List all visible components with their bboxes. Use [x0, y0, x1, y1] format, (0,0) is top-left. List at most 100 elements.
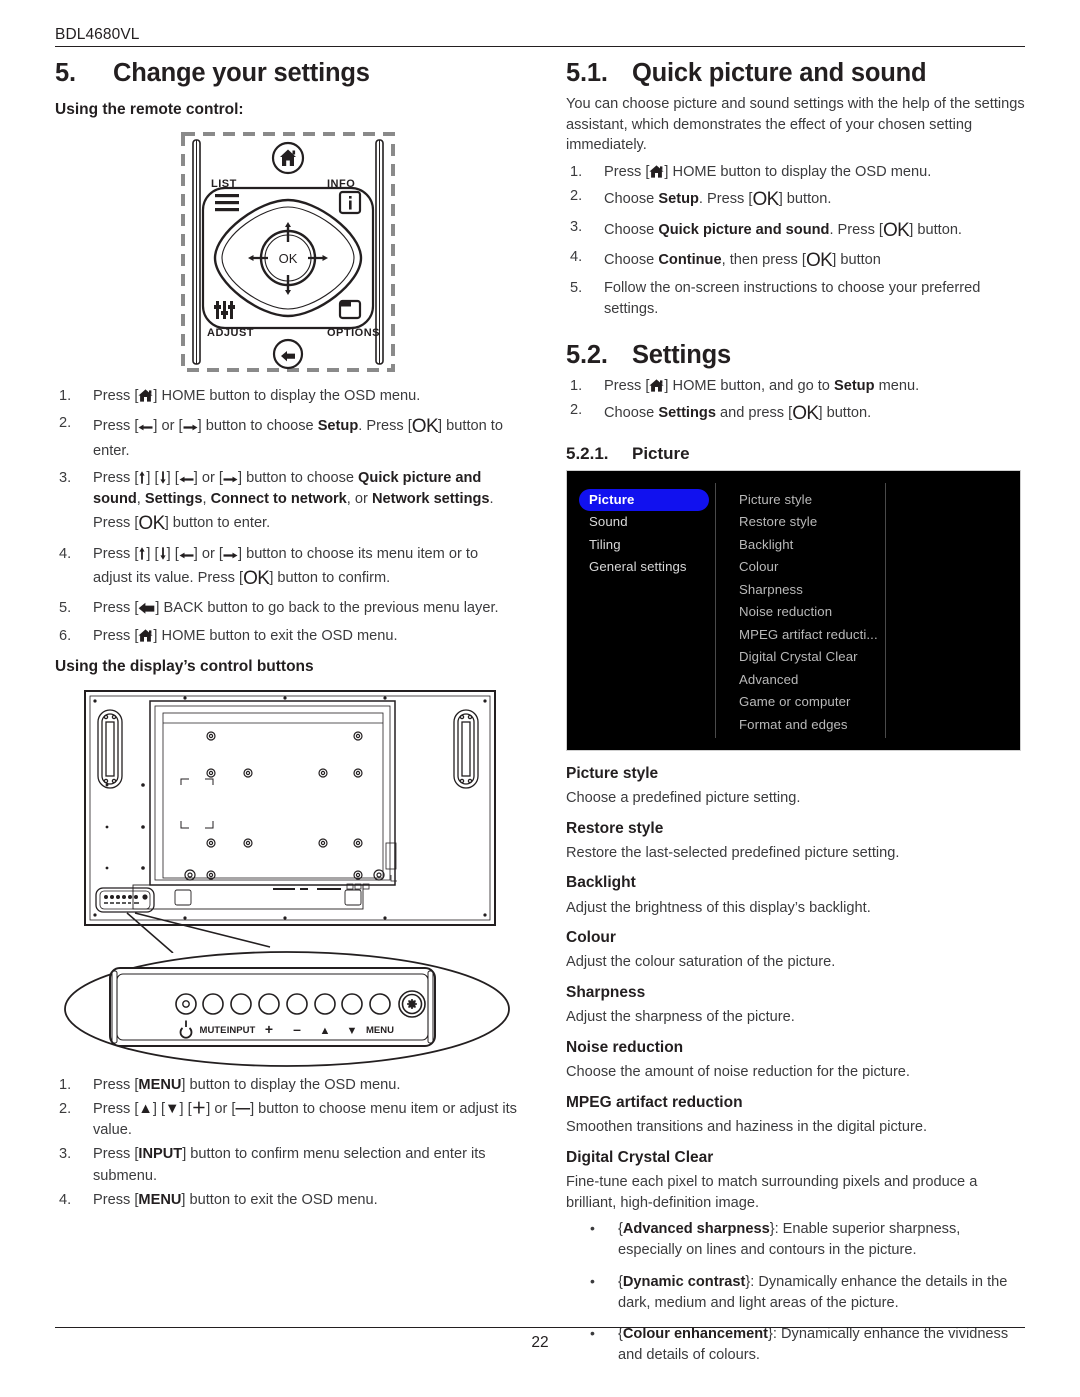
- right-column: 5.1. Quick picture and sound You can choo…: [566, 58, 1026, 1376]
- osd-divider-left: [715, 482, 716, 738]
- step-text: ] button.: [778, 191, 832, 208]
- settings-steps: Press [] HOME button, and go to Setup me…: [566, 376, 1026, 428]
- setup-term: Setup: [317, 418, 359, 435]
- page-number: 22: [531, 1334, 549, 1351]
- step-text: ] or [: [193, 545, 223, 562]
- osd-submenu-item-mpeg-artifact-reduction[interactable]: MPEG artifact reducti...: [739, 624, 969, 647]
- step-text: ] or [: [206, 1101, 236, 1118]
- osd-submenu-item-colour[interactable]: Colour: [739, 556, 969, 579]
- definition-term-backlight: Backlight: [566, 874, 636, 892]
- osd-submenu-item-backlight[interactable]: Backlight: [739, 534, 969, 557]
- panel-label-minus: –: [293, 1021, 301, 1037]
- ok-key-label: OK: [243, 567, 270, 589]
- quick-step-5: Follow the on-screen instructions to cho…: [566, 278, 1026, 320]
- osd-submenu-item-noise-reduction[interactable]: Noise reduction: [739, 601, 969, 624]
- step-text: Choose: [604, 221, 659, 238]
- osd-submenu-item-format-and-edges[interactable]: Format and edges: [739, 714, 969, 737]
- input-key-label: INPUT: [138, 1146, 183, 1163]
- step-text: Press [: [93, 600, 139, 617]
- step-text: ,: [136, 491, 145, 508]
- osd-submenu-item-digital-crystal-clear[interactable]: Digital Crystal Clear: [739, 646, 969, 669]
- step-text: ] [: [166, 469, 179, 486]
- osd-menu-item-sound[interactable]: Sound: [579, 511, 709, 534]
- definition-term-digital-crystal-clear: Digital Crystal Clear: [566, 1148, 714, 1166]
- step-text: ] or [: [153, 418, 183, 435]
- ok-key-label: OK: [792, 403, 819, 425]
- remote-home-button: [271, 141, 305, 175]
- definition-term-restore-style: Restore style: [566, 819, 664, 837]
- menu-key-label: MENU: [138, 1076, 182, 1093]
- control-panel-illustration: MUTE INPUT + – ▲ ▼ MENU: [64, 950, 510, 1067]
- section-5-1-heading: 5.1. Quick picture and sound: [566, 58, 1026, 90]
- arrow-right-icon: [223, 475, 238, 484]
- panel-label-menu: MENU: [366, 1025, 394, 1036]
- remote-control-heading: Using the remote control:: [55, 100, 244, 118]
- osd-main-menu: Picture Sound Tiling General settings: [579, 488, 709, 579]
- osd-menu-item-tiling[interactable]: Tiling: [579, 534, 709, 557]
- step-text: ] button: [832, 252, 881, 269]
- remote-control-figure: LIST INFO OK ADJUST OPTIONS: [55, 126, 520, 382]
- svg-text:ADJUST: ADJUST: [207, 327, 254, 339]
- section-5-2-number: 5.2.: [566, 341, 608, 370]
- document-page: BDL4680VL 5. Change your settings Using t…: [0, 0, 1080, 1397]
- ok-key-label: OK: [805, 250, 833, 272]
- step-text: ] button to enter.: [164, 515, 271, 532]
- remote-step-5: Press [] BACK button to go back to the p…: [55, 598, 520, 619]
- section-5-2-1-number: 5.2.1.: [566, 443, 609, 463]
- osd-menu-item-picture[interactable]: Picture: [579, 488, 709, 512]
- remote-step-1: Press [] HOME button to display the OSD …: [55, 386, 520, 407]
- definition-desc-digital-crystal-clear: Fine-tune each pixel to match surroundin…: [566, 1173, 978, 1211]
- definition-term-noise-reduction: Noise reduction: [566, 1039, 684, 1057]
- step-text: ] HOME button to exit the OSD menu.: [153, 627, 398, 644]
- step-text: , or: [346, 491, 372, 508]
- section-5-1-title: Quick picture and sound: [632, 59, 927, 87]
- connect-network-term: Connect to network: [210, 491, 347, 508]
- step-text: . Press [: [358, 418, 412, 435]
- step-text: and press [: [715, 405, 793, 422]
- definition-desc-picture-style: Choose a predefined picture setting.: [566, 789, 801, 806]
- step-text: Choose: [604, 191, 659, 208]
- arrow-left-icon: [179, 551, 194, 560]
- up-triangle-icon: ▲: [138, 1101, 153, 1118]
- definition-term-colour: Colour: [566, 929, 616, 947]
- step-text: Press [: [604, 164, 650, 181]
- osd-submenu: Picture style Restore style Backlight Co…: [739, 489, 969, 737]
- step-text: ] [: [146, 545, 159, 562]
- step-text: ] [: [146, 469, 159, 486]
- osd-submenu-item-game-or-computer[interactable]: Game or computer: [739, 691, 969, 714]
- definition-term-mpeg-artifact-reduction: MPEG artifact reduction: [566, 1093, 743, 1111]
- osd-menu-item-general-settings[interactable]: General settings: [579, 556, 709, 579]
- step-text: ] button to confirm.: [269, 569, 391, 586]
- display-step-2: Press [▲] [▼] [＋] or [—] button to choos…: [55, 1099, 520, 1141]
- remote-back-button: [272, 338, 304, 370]
- step-text: ] button.: [909, 221, 962, 238]
- quick-step-1: Press [] HOME button to display the OSD …: [566, 162, 1026, 183]
- control-panel-figure: MUTE INPUT + – ▲ ▼ MENU: [55, 949, 520, 1071]
- step-text: Press [: [604, 378, 650, 395]
- quick-picture-steps: Press [] HOME button to display the OSD …: [566, 162, 1026, 320]
- step-text: Choose: [604, 252, 659, 269]
- bullet-term: Dynamic contrast: [622, 1273, 746, 1290]
- osd-submenu-item-advanced[interactable]: Advanced: [739, 669, 969, 692]
- step-text: Press [: [93, 418, 139, 435]
- home-icon: [138, 628, 154, 642]
- osd-submenu-item-restore-style[interactable]: Restore style: [739, 511, 969, 534]
- osd-submenu-item-picture-style[interactable]: Picture style: [739, 489, 969, 512]
- quick-picture-intro: You can choose picture and sound setting…: [566, 95, 1025, 154]
- step-text: Choose: [604, 405, 659, 422]
- settings-term: Settings: [144, 491, 203, 508]
- arrow-left-icon: [138, 423, 153, 432]
- step-text: ] [: [152, 1101, 166, 1118]
- definition-desc-noise-reduction: Choose the amount of noise reduction for…: [566, 1064, 910, 1081]
- definition-desc-restore-style: Restore the last-selected predefined pic…: [566, 844, 900, 861]
- step-text: Press [: [93, 545, 139, 562]
- bullet-dynamic-contrast: {Dynamic contrast}: Dynamically enhance …: [566, 1271, 1026, 1314]
- step-text: Press [: [93, 388, 139, 405]
- remote-adjust-icon: [214, 301, 235, 320]
- osd-submenu-item-sharpness[interactable]: Sharpness: [739, 579, 969, 602]
- definition-desc-sharpness: Adjust the sharpness of the picture.: [566, 1009, 795, 1026]
- section-5-2-1-title: Picture: [632, 443, 690, 463]
- minus-icon: —: [235, 1101, 251, 1118]
- display-back-illustration: [84, 689, 496, 954]
- step-text: Press [: [93, 1076, 139, 1093]
